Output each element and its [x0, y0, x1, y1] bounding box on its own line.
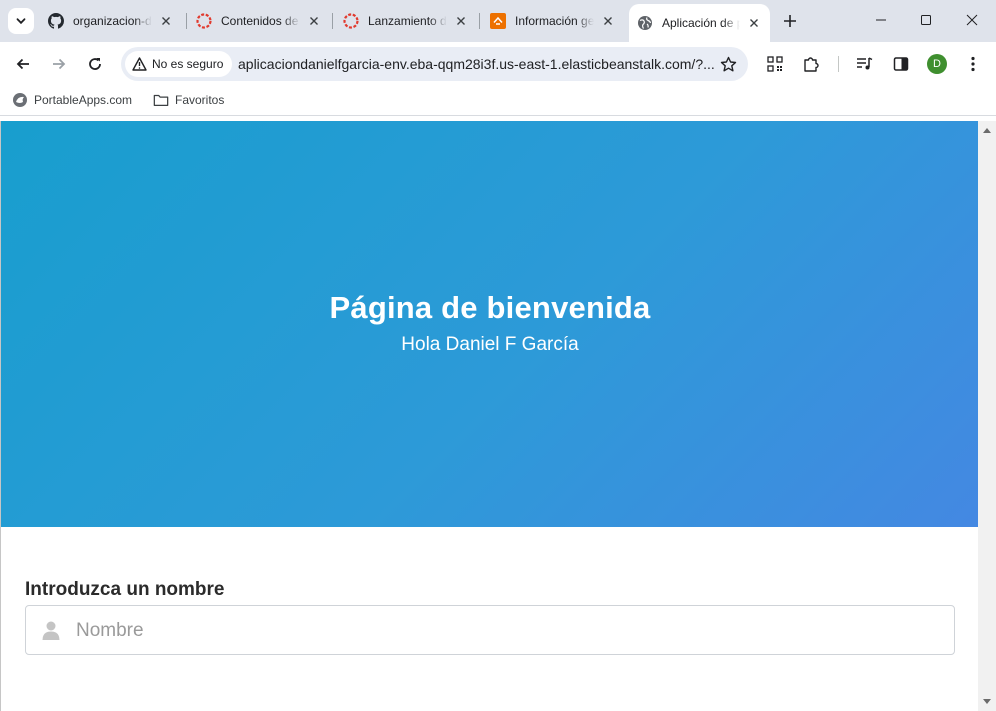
- name-field[interactable]: [25, 605, 955, 655]
- media-controls-button[interactable]: [851, 50, 879, 78]
- toolbar: No es seguro aplicaciondanielfgarcia-env…: [0, 42, 996, 86]
- arrow-right-icon: [53, 58, 66, 70]
- greeting-text: Hola Daniel F García: [401, 333, 579, 355]
- close-icon: [966, 14, 978, 26]
- qr-code-button[interactable]: [761, 50, 789, 78]
- name-label: Introduzca un nombre: [25, 579, 225, 600]
- canvas-icon: [343, 13, 359, 29]
- star-icon: [720, 56, 736, 71]
- maximize-icon: [921, 15, 931, 25]
- aws-icon: [490, 13, 506, 29]
- security-chip[interactable]: No es seguro: [125, 51, 233, 77]
- canvas-icon: [196, 13, 212, 29]
- globe-icon: [637, 15, 653, 31]
- back-button[interactable]: [9, 50, 37, 78]
- tab-aplicacion[interactable]: Aplicación de prueba: [629, 4, 770, 42]
- tab-title: Información general: [515, 14, 594, 28]
- tab-separator: [479, 13, 480, 29]
- tab-informacion[interactable]: Información general: [482, 4, 624, 38]
- address-bar[interactable]: No es seguro aplicaciondanielfgarcia-env…: [121, 47, 748, 81]
- portableapps-icon: [12, 92, 28, 108]
- close-icon[interactable]: [158, 13, 174, 29]
- media-queue-icon: [857, 57, 873, 70]
- scroll-up-arrow-icon[interactable]: [983, 128, 991, 133]
- security-label: No es seguro: [152, 57, 224, 71]
- tab-organizacion[interactable]: organizacion-daniel: [40, 4, 182, 38]
- bookmark-label: PortableApps.com: [34, 93, 133, 107]
- kebab-menu-icon: [971, 56, 975, 72]
- profile-button[interactable]: D: [923, 50, 951, 78]
- close-window-button[interactable]: [949, 0, 995, 40]
- tab-title: Contenidos de la unidad: [221, 14, 300, 28]
- tab-title: Aplicación de prueba: [662, 16, 740, 30]
- browser-window: organizacion-daniel Contenidos de la uni…: [0, 0, 996, 711]
- reload-icon: [89, 58, 101, 70]
- vertical-scrollbar[interactable]: [978, 121, 996, 711]
- toolbar-separator: [838, 56, 839, 72]
- tab-title: Lanzamiento de la aplicación: [368, 14, 447, 28]
- tab-separator: [332, 13, 333, 29]
- new-tab-button[interactable]: [778, 9, 802, 33]
- warning-icon: [132, 57, 147, 71]
- close-icon[interactable]: [746, 15, 762, 31]
- scroll-down-arrow-icon[interactable]: [983, 699, 991, 704]
- close-icon[interactable]: [600, 13, 616, 29]
- tab-title: organizacion-daniel: [73, 14, 152, 28]
- bookmark-label: Favoritos: [175, 93, 225, 107]
- arrow-left-icon: [16, 58, 29, 70]
- hero-banner: Página de bienvenida Hola Daniel F Garcí…: [1, 121, 979, 527]
- page-viewport: Página de bienvenida Hola Daniel F Garcí…: [0, 121, 996, 711]
- github-icon: [48, 13, 64, 29]
- tab-search-button[interactable]: [8, 8, 34, 34]
- tab-strip: organizacion-daniel Contenidos de la uni…: [0, 0, 996, 42]
- tab-lanzamiento[interactable]: Lanzamiento de la aplicación: [335, 4, 477, 38]
- plus-icon: [784, 15, 796, 27]
- maximize-button[interactable]: [903, 0, 949, 40]
- side-panel-icon: [893, 57, 909, 71]
- avatar: D: [927, 54, 947, 74]
- bookmark-portableapps[interactable]: PortableApps.com: [12, 92, 132, 108]
- minimize-button[interactable]: [858, 0, 904, 40]
- reload-button[interactable]: [81, 50, 109, 78]
- extensions-button[interactable]: [797, 50, 825, 78]
- name-input[interactable]: [76, 616, 936, 646]
- tab-contenidos[interactable]: Contenidos de la unidad: [188, 4, 330, 38]
- puzzle-icon: [804, 57, 819, 72]
- close-icon[interactable]: [453, 13, 469, 29]
- menu-button[interactable]: [959, 50, 987, 78]
- bookmark-star-button[interactable]: [718, 54, 738, 74]
- folder-icon: [153, 92, 169, 108]
- page-title: Página de bienvenida: [329, 289, 651, 325]
- close-icon[interactable]: [306, 13, 322, 29]
- side-panel-button[interactable]: [887, 50, 915, 78]
- tab-separator: [186, 13, 187, 29]
- bookmarks-bar: PortableApps.com Favoritos: [0, 86, 996, 116]
- bookmark-favoritos[interactable]: Favoritos: [153, 92, 224, 108]
- chevron-down-icon: [16, 18, 26, 25]
- user-icon: [42, 621, 60, 640]
- forward-button[interactable]: [45, 50, 73, 78]
- qr-code-icon: [767, 56, 783, 72]
- url-text[interactable]: aplicaciondanielfgarcia-env.eba-qqm28i3f…: [238, 56, 715, 72]
- minimize-icon: [876, 19, 886, 21]
